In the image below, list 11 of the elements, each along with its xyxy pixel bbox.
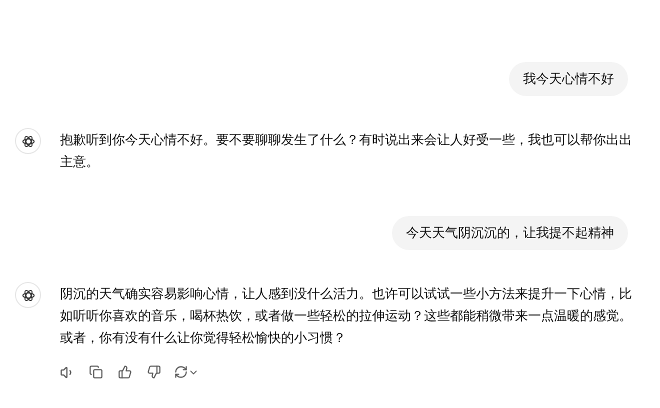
thumbs-down-icon: [147, 365, 161, 379]
refresh-icon: [174, 365, 188, 379]
assistant-message: 阴沉的天气确实容易影响心情，让人感到没什么活力。也许可以试试一些小方法来提升一下心情，比如听听你喜欢的音乐，喝杯热饮，或者做一些轻松的拉伸运动？这些都能稍微带来一点温暖的感觉。或者，你有没有什么让你觉得轻松愉快的小习惯？: [60, 285, 632, 347]
user-message: 今天天气阴沉沉的，让我提不起精神: [392, 216, 628, 250]
assistant-message: 抱歉听到你今天心情不好。要不要聊聊发生了什么？有时说出来会让人好受一些，我也可以帮你出出主意。: [60, 131, 632, 171]
copy-icon: [89, 365, 103, 379]
user-message: 我今天心情不好: [509, 62, 628, 96]
thumbs-up-icon: [118, 365, 132, 379]
logo-icon: [20, 134, 36, 148]
logo-icon: [20, 288, 36, 302]
speaker-icon: [60, 364, 74, 380]
